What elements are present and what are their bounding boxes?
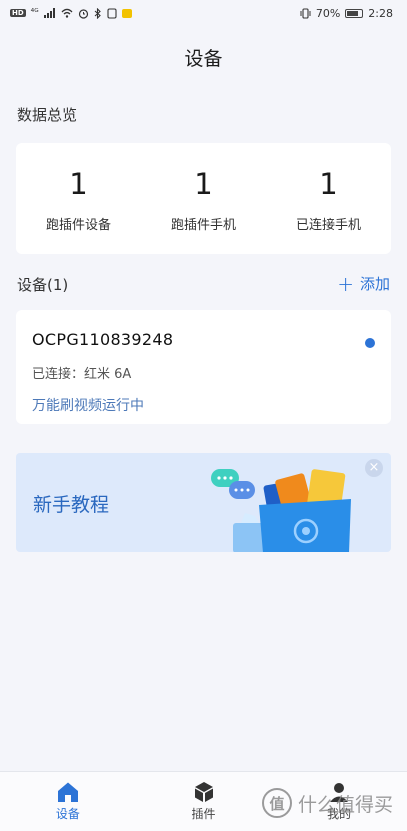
overview-card: 1 跑插件设备 1 跑插件手机 1 已连接手机	[16, 143, 391, 254]
battery-icon	[345, 8, 364, 18]
overview-item-plugin-devices: 1 跑插件设备	[16, 143, 141, 254]
clock: 2:28	[368, 6, 393, 20]
vibrate-icon	[300, 7, 311, 19]
overview-value: 1	[194, 167, 213, 201]
battery-percent: 70%	[315, 6, 341, 20]
devices-section-label: 设备(1)	[17, 276, 69, 294]
cube-icon	[194, 782, 213, 802]
cellular-signal-icon	[43, 8, 55, 18]
watermark-logo-icon: 值	[261, 788, 292, 818]
app-notification-icon	[121, 8, 132, 18]
folder-illustration-icon	[211, 469, 351, 552]
device-connection: 已连接：红米 6A	[32, 367, 132, 382]
status-bar: HD ⁴ᴳ 70% 2:28	[0, 0, 407, 26]
hd-indicator: HD	[10, 9, 26, 17]
signal-icon: ⁴ᴳ	[30, 8, 39, 18]
alarm-icon	[78, 8, 88, 19]
tab-plugins[interactable]: 插件	[136, 772, 272, 831]
tab-label: 插件	[191, 807, 216, 821]
overview-label: 跑插件设备	[45, 218, 111, 233]
watermark: 值 什么值得买	[261, 788, 393, 818]
overview-value: 1	[319, 167, 338, 201]
online-status-dot	[365, 338, 375, 348]
overview-item-connected-phones: 1 已连接手机	[266, 143, 391, 254]
nfc-icon	[107, 7, 117, 19]
overview-label: 已连接手机	[295, 218, 361, 233]
plus-icon: +	[337, 271, 354, 296]
device-id: OCPG110839248	[32, 330, 174, 349]
wifi-icon	[61, 8, 73, 18]
tab-devices[interactable]: 设备	[0, 772, 136, 831]
page-title: 设备	[184, 48, 223, 70]
device-card[interactable]: OCPG110839248 已连接：红米 6A 万能刷视频运行中	[16, 310, 391, 424]
add-label: 添加	[359, 275, 390, 293]
tab-label: 设备	[55, 807, 80, 821]
overview-label: 跑插件手机	[170, 218, 236, 233]
overview-value: 1	[69, 167, 88, 201]
banner-title: 新手教程	[33, 494, 110, 516]
overview-item-plugin-phones: 1 跑插件手机	[141, 143, 266, 254]
device-running-status: 万能刷视频运行中	[32, 398, 144, 414]
tutorial-banner[interactable]: 新手教程 ×	[16, 453, 391, 552]
status-right: 70% 2:28	[300, 7, 393, 20]
status-left: HD ⁴ᴳ	[10, 7, 132, 19]
overview-section-label: 数据总览	[17, 106, 78, 124]
home-icon	[57, 782, 78, 802]
close-banner-button[interactable]: ×	[365, 459, 383, 477]
add-device-button[interactable]: + 添加	[337, 273, 390, 294]
watermark-text: 什么值得买	[297, 793, 393, 816]
bluetooth-icon	[94, 7, 101, 19]
